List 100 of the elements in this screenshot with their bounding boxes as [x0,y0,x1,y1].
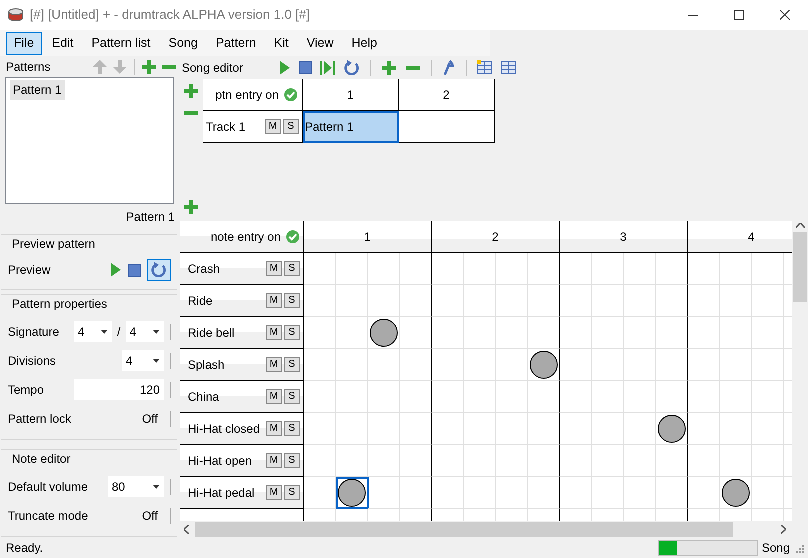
stop-icon[interactable] [299,61,312,74]
grid-cell[interactable] [400,253,432,285]
scrollbar-thumb[interactable] [195,522,733,536]
grid-cell[interactable] [400,413,432,445]
dropdown[interactable]: 80 [108,476,164,497]
mute-button[interactable]: M [266,453,282,468]
solo-button[interactable]: S [284,421,300,436]
track-name: Track 1 [206,118,246,136]
mute-button[interactable]: M [266,261,282,276]
solo-button[interactable]: S [284,485,300,500]
dropdown[interactable]: 4 [126,321,164,342]
window-title: [#] [Untitled] + - drumtrack ALPHA version 1.0 [#] [30,6,310,24]
loop-icon[interactable] [344,60,360,76]
plus-icon[interactable] [183,199,199,215]
mute-button[interactable]: M [266,485,282,500]
up-arrow-icon[interactable] [92,58,108,75]
scrollbar-thumb[interactable] [793,232,807,302]
grid-cell[interactable] [656,285,688,317]
menu-item[interactable]: Kit [266,32,297,54]
maximize-icon[interactable] [734,10,744,20]
step-cursor [336,477,369,509]
column-header: 1 [303,79,399,111]
solo-button[interactable]: S [284,261,300,276]
loop-toggle-button[interactable] [147,259,171,281]
grid-cell[interactable] [528,285,560,317]
field-label: Pattern lock [8,410,72,428]
scroll-left-icon[interactable] [184,524,189,534]
grid-cell[interactable] [400,285,432,317]
grid-cell[interactable] [400,477,432,509]
solo-button[interactable]: S [284,325,300,340]
grid-cell[interactable] [656,253,688,285]
solo-button[interactable]: S [284,389,300,404]
mute-button[interactable]: M [266,325,282,340]
mute-button[interactable]: M [266,357,282,372]
scroll-right-icon[interactable] [781,524,786,534]
mute-button[interactable]: M [265,119,281,134]
grid-cell[interactable] [528,413,560,445]
solo-button[interactable]: S [283,119,299,134]
check-icon [284,88,298,102]
grid-cell[interactable] [528,253,560,285]
mute-button[interactable]: M [266,421,282,436]
instrument-name: Hi-Hat open [188,452,252,470]
toggle-value[interactable]: Off [142,506,158,524]
grid-cell[interactable] [656,445,688,477]
field-label: Default volume [8,478,90,496]
entry-mode-label: ptn entry on [216,86,279,104]
step-play-icon[interactable] [320,60,336,76]
play-icon[interactable] [279,60,292,76]
grid-cell[interactable] [656,349,688,381]
menu-item[interactable]: Pattern list [84,32,159,54]
solo-button[interactable]: S [284,453,300,468]
grid-cell[interactable] [656,381,688,413]
song-cell[interactable]: Pattern 1 [303,111,399,143]
menu-item[interactable]: Pattern [208,32,264,54]
menu-item[interactable]: Help [344,32,386,54]
menu-item[interactable]: File [6,32,42,54]
close-icon[interactable] [780,10,790,20]
dropdown[interactable]: 4 [122,350,164,371]
dropdown[interactable]: 4 [74,321,112,342]
instrument-name: Splash [188,356,225,374]
beat-header: 2 [432,221,560,253]
resize-grip-icon [794,542,804,552]
current-pattern-label: Pattern 1 [126,210,175,224]
menu-item[interactable]: View [298,32,342,54]
list-item[interactable]: Pattern 1 [10,80,65,100]
stop-icon[interactable] [128,264,141,276]
grid-cell[interactable] [528,477,560,509]
down-arrow-icon[interactable] [112,58,128,75]
toggle-value[interactable]: Off [142,410,158,428]
mute-button[interactable]: M [266,293,282,308]
plus-icon[interactable] [381,60,398,76]
grid-cell[interactable] [400,349,432,381]
number-field[interactable]: 120 [74,379,164,400]
column-header: 2 [399,79,495,111]
solo-button[interactable]: S [284,357,300,372]
grid-cell[interactable] [528,317,560,349]
panel-title: Song editor [182,60,244,76]
plus-icon[interactable] [183,83,199,99]
status-text: Ready. [6,540,44,556]
grid-cell[interactable] [400,317,432,349]
song-cell[interactable] [399,111,495,143]
grid-cell[interactable] [528,381,560,413]
grid-cell[interactable] [656,477,688,509]
menu-item[interactable]: Song [160,32,206,54]
instrument-name: Hi-Hat pedal [188,484,255,502]
entry-mode-label: note entry on [210,228,281,246]
field-label: Tempo [8,382,46,398]
play-icon[interactable] [110,262,122,278]
grid-cell[interactable] [400,381,432,413]
panel-title: Patterns [6,58,51,76]
caret-icon [101,330,108,334]
instrument-name: Ride bell [188,324,235,342]
grid-cell[interactable] [528,445,560,477]
mute-button[interactable]: M [266,389,282,404]
solo-button[interactable]: S [284,293,300,308]
menu-item[interactable]: Edit [44,32,82,54]
plus-icon[interactable] [141,58,157,75]
grid-cell[interactable] [400,445,432,477]
grid-cell[interactable] [656,317,688,349]
scroll-up-icon[interactable] [796,223,804,228]
